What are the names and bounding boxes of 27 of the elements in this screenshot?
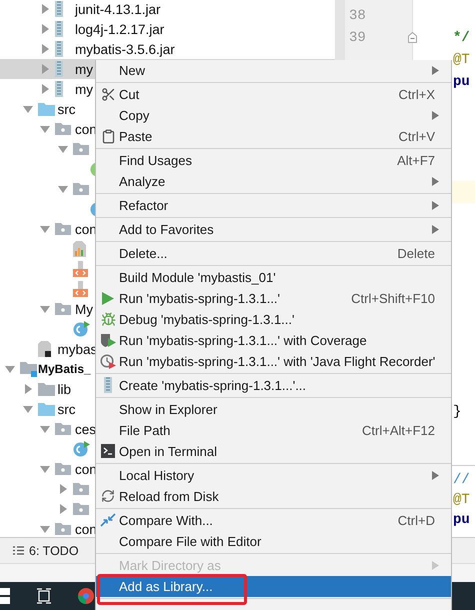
shortcut-label: Ctrl+X [398, 87, 435, 102]
line-number: 38 [348, 7, 367, 26]
shortcut-label: Delete [397, 246, 435, 261]
shortcut-label: Ctrl+Alt+F12 [362, 423, 435, 438]
shortcut-label: Alt+F7 [397, 153, 435, 168]
code-text: pu [453, 512, 470, 528]
line-number: 39 [348, 29, 367, 48]
tree-label: log4j-1.2.17.jar [75, 22, 164, 36]
tree-label: lib [58, 382, 72, 396]
tree-label: my [75, 62, 93, 76]
tree-label: src [58, 102, 76, 116]
tree-label: my [75, 82, 93, 96]
code-text: } [453, 404, 462, 420]
code-text: @T [453, 492, 470, 508]
tree-label: src [58, 402, 76, 416]
code-text: pu [453, 74, 470, 90]
tree-label: mybatis-3.5.6.jar [75, 42, 175, 56]
code-text: */ [453, 30, 470, 46]
tree-label: ces [75, 422, 96, 436]
shortcut-label: Ctrl+D [398, 513, 435, 528]
shortcut-label: Ctrl+V [398, 129, 435, 144]
tree-label: junit-4.13.1.jar [75, 2, 161, 16]
shortcut-label: Ctrl+Shift+F10 [351, 291, 435, 306]
code-text: // [453, 472, 470, 488]
tree-label: MyBatis_ [38, 362, 91, 376]
tree-label: My [75, 302, 93, 316]
code-text: @T [453, 52, 470, 68]
